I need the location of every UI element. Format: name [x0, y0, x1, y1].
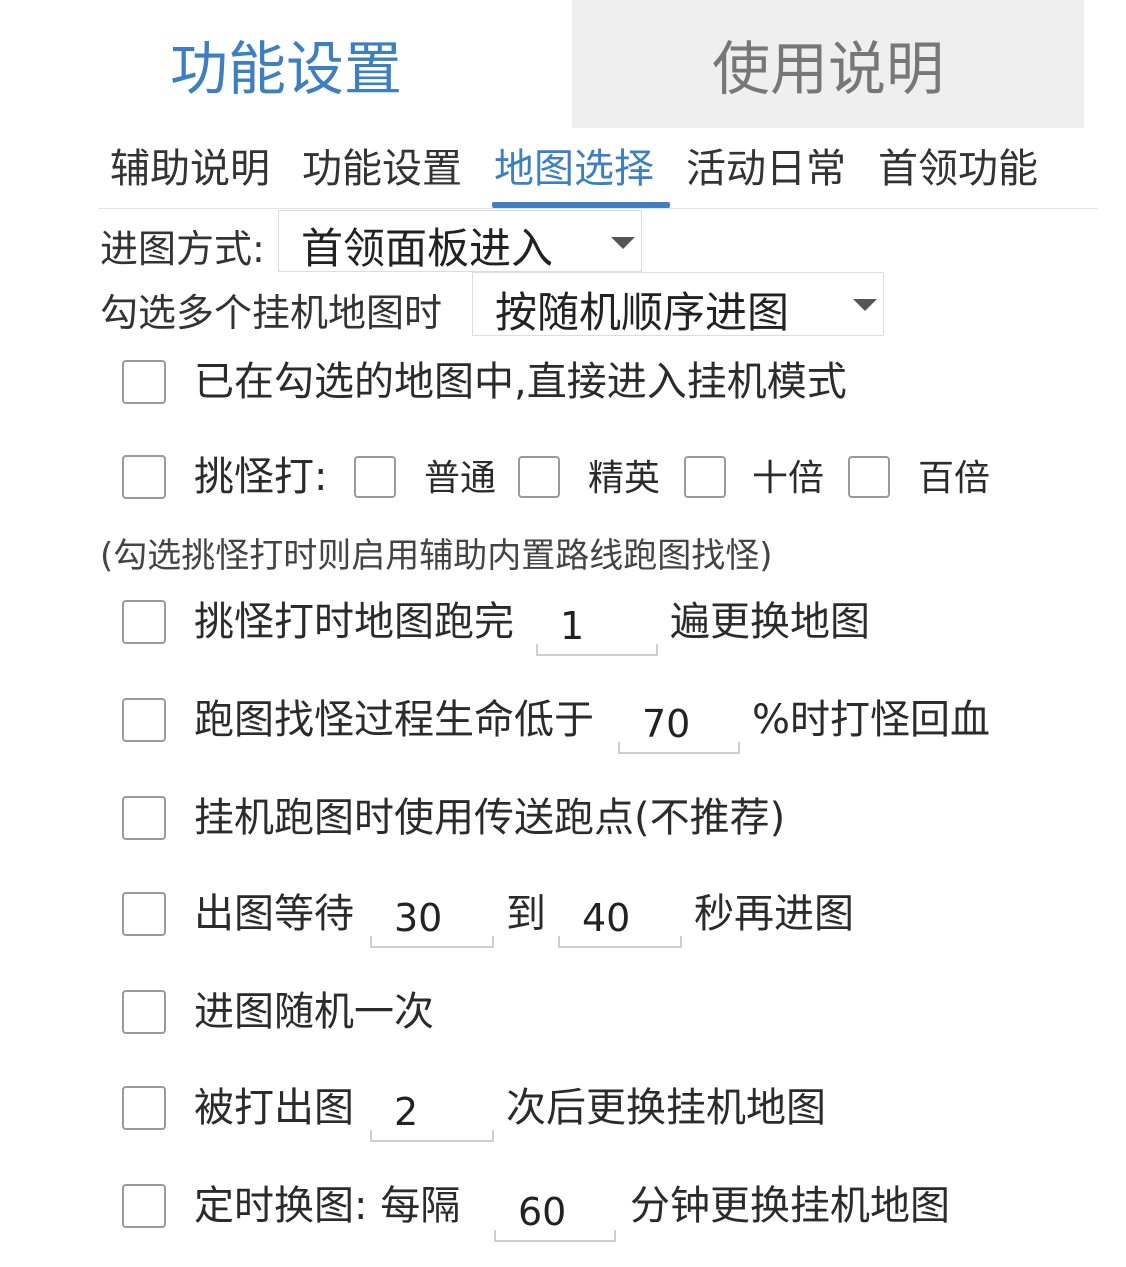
pick-monster-note: (勾选挑怪打时则启用辅助内置路线跑图找怪): [100, 536, 773, 576]
subtab-boss-functions[interactable]: 首领功能: [878, 140, 1038, 210]
type-elite-checkbox[interactable]: [518, 456, 560, 498]
entry-mode-value: 首领面板进入: [301, 224, 554, 273]
type-elite-label: 精英: [588, 458, 661, 499]
killed-out-underline: [370, 1140, 494, 1142]
teleport-label: 挂机跑图时使用传送跑点(不推荐): [194, 795, 786, 841]
teleport-checkbox[interactable]: [122, 796, 166, 840]
type-normal-checkbox[interactable]: [354, 456, 396, 498]
laps-value: 1: [560, 604, 585, 648]
wait-to-input[interactable]: 40: [558, 892, 682, 948]
laps-underline: [536, 654, 658, 656]
timer-suffix: 分钟更换挂机地图: [630, 1183, 950, 1229]
wait-from-underline: [370, 946, 494, 948]
top-tab-bar: 功能设置 使用说明: [0, 0, 1126, 128]
tick: [558, 936, 560, 948]
laps-prefix: 挑怪打时地图跑完: [194, 599, 514, 645]
direct-idle-label: 已在勾选的地图中,直接进入挂机模式: [194, 359, 847, 405]
tick: [656, 644, 658, 656]
tab-usage-instructions[interactable]: 使用说明: [572, 0, 1084, 128]
tick: [614, 1230, 616, 1242]
hp-checkbox[interactable]: [122, 698, 166, 742]
subtab-helper-notes[interactable]: 辅助说明: [110, 140, 270, 210]
tick: [494, 1230, 496, 1242]
pick-monster-checkbox[interactable]: [122, 455, 166, 499]
laps-checkbox[interactable]: [122, 600, 166, 644]
wait-from-value: 30: [394, 896, 443, 940]
tick: [492, 1130, 494, 1142]
tick: [536, 644, 538, 656]
killed-out-checkbox[interactable]: [122, 1086, 166, 1130]
multi-map-label: 勾选多个挂机地图时: [100, 291, 443, 335]
wait-suffix: 秒再进图: [694, 891, 854, 937]
wait-to-underline: [558, 946, 682, 948]
killed-out-prefix: 被打出图: [194, 1085, 354, 1131]
entry-mode-label: 进图方式:: [100, 227, 265, 271]
wait-mid: 到: [506, 891, 546, 937]
killed-out-input[interactable]: 2: [370, 1086, 494, 1142]
hp-suffix: %时打怪回血: [752, 697, 991, 743]
subtab-map-select[interactable]: 地图选择: [494, 140, 654, 210]
hp-underline: [618, 752, 740, 754]
timer-underline: [494, 1240, 616, 1242]
killed-out-value: 2: [394, 1090, 419, 1134]
tab-function-settings[interactable]: 功能设置: [0, 0, 572, 128]
wait-prefix: 出图等待: [194, 891, 354, 937]
active-subtab-indicator: [492, 202, 670, 208]
tick: [680, 936, 682, 948]
chevron-down-icon: [853, 299, 877, 311]
tick: [738, 742, 740, 754]
pick-monster-label: 挑怪打:: [194, 454, 328, 500]
wait-checkbox[interactable]: [122, 892, 166, 936]
timer-checkbox[interactable]: [122, 1184, 166, 1228]
hp-prefix: 跑图找怪过程生命低于: [194, 697, 594, 743]
type-hundred-times-label: 百倍: [918, 458, 991, 499]
timer-input[interactable]: 60: [494, 1186, 616, 1242]
subtab-daily-events[interactable]: 活动日常: [686, 140, 846, 210]
laps-suffix: 遍更换地图: [670, 599, 870, 645]
subtab-function-settings[interactable]: 功能设置: [302, 140, 462, 210]
multi-map-order-value: 按随机顺序进图: [495, 288, 790, 337]
timer-value: 60: [518, 1190, 567, 1234]
chevron-down-icon: [611, 237, 635, 249]
timer-prefix: 定时换图: 每隔: [194, 1183, 461, 1229]
direct-idle-checkbox[interactable]: [122, 360, 166, 404]
sub-tab-divider: [98, 208, 1098, 209]
type-ten-times-label: 十倍: [752, 458, 825, 499]
laps-input[interactable]: 1: [536, 600, 658, 656]
tick: [370, 936, 372, 948]
tick: [618, 742, 620, 754]
random-once-label: 进图随机一次: [194, 989, 434, 1035]
wait-from-input[interactable]: 30: [370, 892, 494, 948]
type-hundred-times-checkbox[interactable]: [848, 456, 890, 498]
wait-to-value: 40: [582, 896, 631, 940]
entry-mode-dropdown[interactable]: 首领面板进入: [278, 210, 642, 273]
hp-input[interactable]: 70: [618, 698, 740, 754]
hp-value: 70: [642, 702, 691, 746]
type-ten-times-checkbox[interactable]: [684, 456, 726, 498]
multi-map-order-dropdown[interactable]: 按随机顺序进图: [472, 272, 884, 337]
tick: [492, 936, 494, 948]
type-normal-label: 普通: [424, 458, 497, 499]
random-once-checkbox[interactable]: [122, 990, 166, 1034]
killed-out-suffix: 次后更换挂机地图: [506, 1085, 826, 1131]
tick: [370, 1130, 372, 1142]
sub-tab-bar: 辅助说明 功能设置 地图选择 活动日常 首领功能: [98, 140, 1098, 210]
